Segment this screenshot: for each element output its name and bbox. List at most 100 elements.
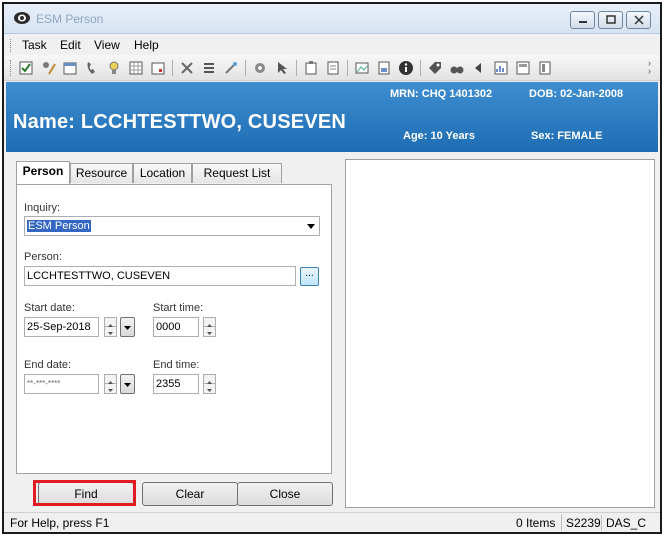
toolbar-separator [172,60,173,76]
person-label: Person: [24,251,62,263]
calendar-icon[interactable] [150,60,166,76]
patient-dob: DOB: 02-Jan-2008 [529,88,624,100]
maximize-button[interactable] [598,11,623,29]
menu-edit[interactable]: Edit [60,38,81,52]
document-icon[interactable] [376,60,392,76]
spin-up-icon[interactable] [204,375,215,384]
spin-down-icon[interactable] [204,384,215,393]
phone-icon[interactable] [84,60,100,76]
form-icon[interactable] [515,60,531,76]
chevron-down-icon [124,326,131,330]
person-lookup-button[interactable]: ... [300,267,319,286]
info-icon[interactable] [398,60,414,76]
patient-age: Age: 10 Years [403,130,475,142]
results-panel[interactable] [345,159,655,508]
chevron-down-icon [307,224,315,229]
edit-person-icon[interactable] [40,60,56,76]
bulb-icon[interactable] [106,60,122,76]
patient-banner: Name: LCCHTESTTWO, CUSEVEN MRN: CHQ 1401… [6,82,658,152]
tab-request-list[interactable]: Request List [192,163,282,183]
grid-icon[interactable] [128,60,144,76]
start-date-calendar-button[interactable] [120,317,135,337]
search-panel: Person Resource Location Request List In… [12,159,336,510]
spin-down-icon[interactable] [204,327,215,336]
checklist-icon[interactable] [18,60,34,76]
pointer-icon[interactable] [274,60,290,76]
menu-view[interactable]: View [94,38,120,52]
start-date-spinner[interactable] [104,317,117,337]
inquiry-dropdown[interactable]: ESM Person [24,216,320,236]
menu-help[interactable]: Help [134,38,159,52]
maximize-icon [606,15,616,24]
esm-person-window: ESM Person Task Edit View Help › › Name:… [2,2,662,534]
binoculars-icon[interactable] [449,60,465,76]
person-tab-page: Inquiry: ESM Person Person: LCCHTESTTWO,… [16,184,332,474]
tag-icon[interactable] [427,60,443,76]
image-icon[interactable] [354,60,370,76]
end-date-calendar-button[interactable] [120,374,135,394]
end-date-label: End date: [24,359,72,371]
toolbar-separator [347,60,348,76]
settings-icon[interactable] [252,60,268,76]
end-time-label: End time: [153,359,200,371]
spin-up-icon[interactable] [105,375,116,384]
spin-down-icon[interactable] [105,327,116,336]
status-code: S2239 [566,516,601,530]
schedule-icon[interactable] [62,60,78,76]
status-user: DAS_C [606,516,646,530]
status-bar: For Help, press F1 0 Items S2239 DAS_C [4,512,660,532]
person-field[interactable]: LCCHTESTTWO, CUSEVEN [24,266,296,286]
end-date-field[interactable]: **-***-**** [24,374,99,394]
tab-location[interactable]: Location [133,163,192,183]
toolbar-separator [296,60,297,76]
inquiry-value: ESM Person [27,220,91,232]
start-time-label: Start time: [153,302,204,314]
find-button[interactable]: Find [38,482,134,506]
print-preview-icon[interactable] [537,60,553,76]
close-window-button[interactable] [626,11,651,29]
window-title: ESM Person [36,12,104,26]
patient-name: Name: LCCHTESTTWO, CUSEVEN [13,111,347,133]
minimize-button[interactable] [570,11,595,29]
toolbar-separator [245,60,246,76]
clear-button[interactable]: Clear [142,482,238,506]
back-icon[interactable] [471,60,487,76]
start-date-label: Start date: [24,302,75,314]
minimize-icon [579,21,587,23]
end-date-spinner[interactable] [104,374,117,394]
status-help-text: For Help, press F1 [10,516,110,530]
menu-grip [10,39,13,52]
toolbar-grip [10,60,11,76]
tab-person[interactable]: Person [16,161,70,184]
status-items-count: 0 Items [516,516,556,530]
status-separator [561,515,562,531]
tab-resource[interactable]: Resource [70,163,133,183]
report-icon[interactable] [325,60,341,76]
menu-task[interactable]: Task [22,38,47,52]
close-button[interactable]: Close [237,482,333,506]
spin-down-icon[interactable] [105,384,116,393]
start-time-spinner[interactable] [203,317,216,337]
patient-mrn: MRN: CHQ 1401302 [390,88,493,100]
toolbar-overflow[interactable]: › › [648,59,651,76]
start-date-field[interactable]: 25-Sep-2018 [24,317,99,337]
chevron-down-icon [124,383,131,387]
patient-sex: Sex: FEMALE [531,130,603,142]
toolbar: › › [4,55,660,81]
app-icon [14,12,30,24]
close-icon [634,15,644,25]
menu-bar: Task Edit View Help [4,35,660,55]
start-time-field[interactable]: 0000 [153,317,199,337]
wand-icon[interactable] [223,60,239,76]
end-time-field[interactable]: 2355 [153,374,199,394]
end-time-spinner[interactable] [203,374,216,394]
list-icon[interactable] [201,60,217,76]
move-icon[interactable] [179,60,195,76]
status-separator [601,515,602,531]
spin-up-icon[interactable] [105,318,116,327]
title-bar: ESM Person [4,4,660,34]
spin-up-icon[interactable] [204,318,215,327]
inquiry-label: Inquiry: [24,202,61,214]
clipboard-icon[interactable] [303,60,319,76]
chart-icon[interactable] [493,60,509,76]
